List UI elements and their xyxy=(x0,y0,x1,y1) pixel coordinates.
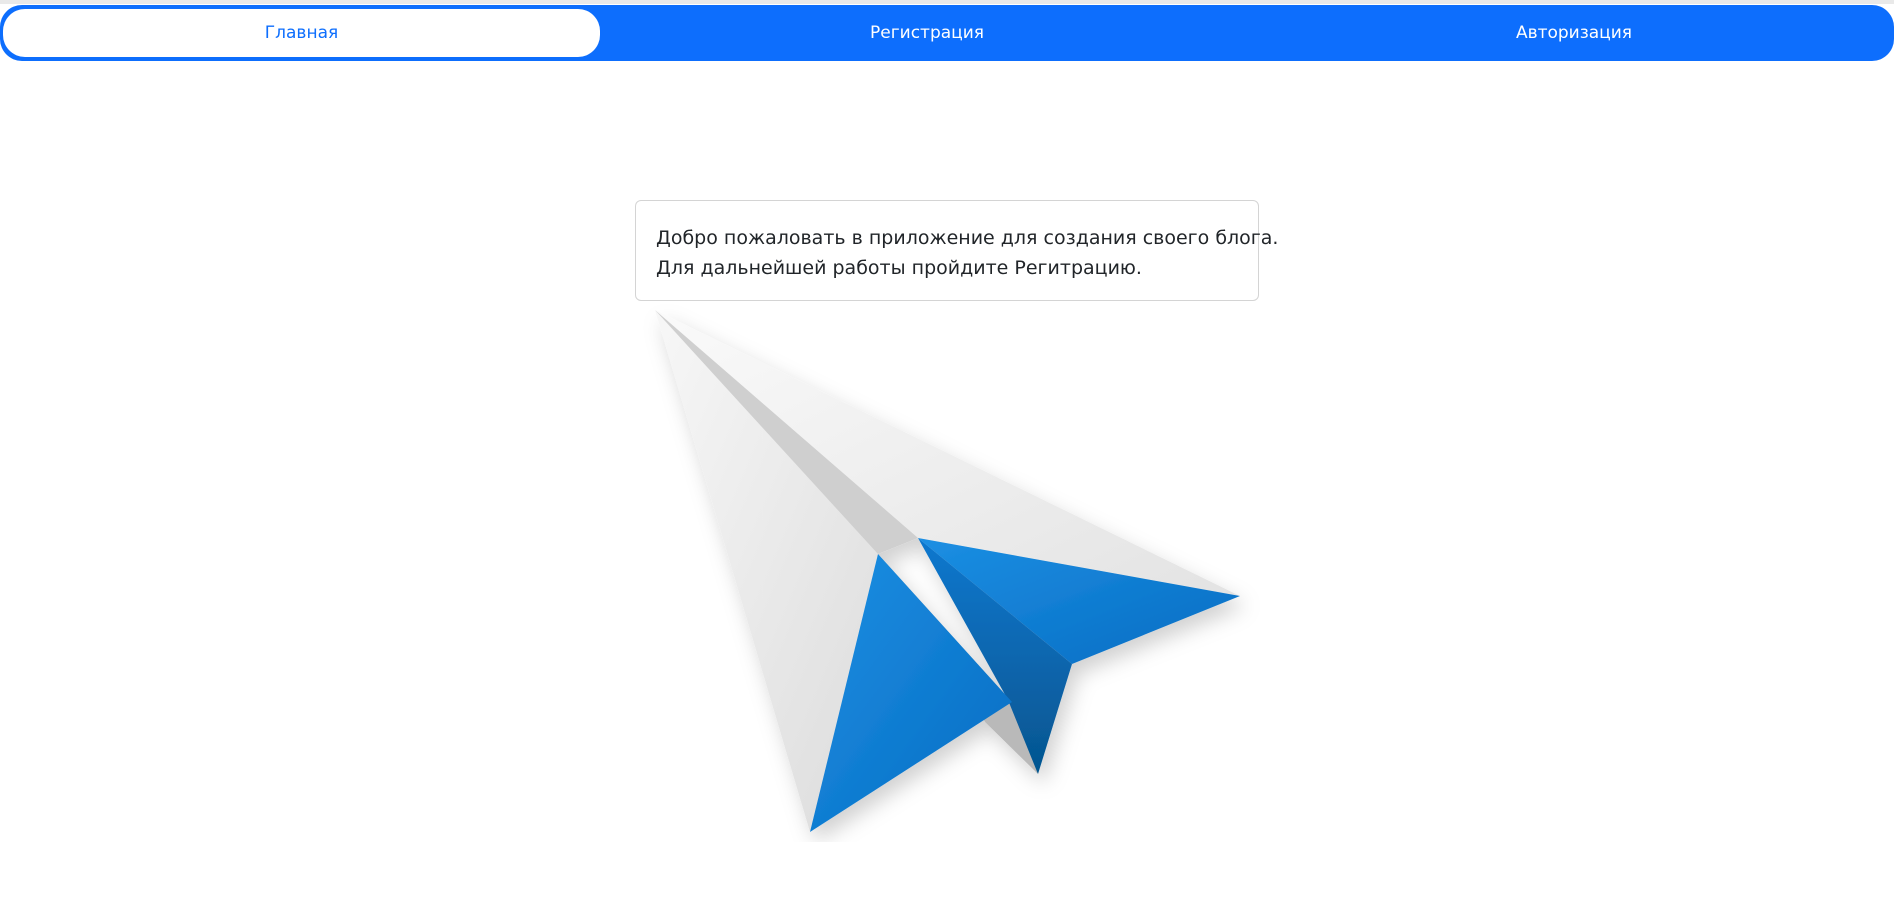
nav-link-authorization[interactable]: Авторизация xyxy=(1254,9,1894,57)
window-top-edge xyxy=(0,0,1894,4)
welcome-text-line-1: Добро пожаловать в приложение для создан… xyxy=(656,227,1279,249)
main-navbar: Главная Регистрация Авторизация xyxy=(0,5,1894,61)
welcome-card: Добро пожаловать в приложение для создан… xyxy=(635,200,1279,301)
nav-link-registration[interactable]: Регистрация xyxy=(600,9,1254,57)
welcome-text-line-2: Для дальнейшей работы пройдите Регитраци… xyxy=(656,257,1142,279)
nav-link-home[interactable]: Главная xyxy=(3,9,600,57)
paper-plane-icon xyxy=(655,310,1240,832)
